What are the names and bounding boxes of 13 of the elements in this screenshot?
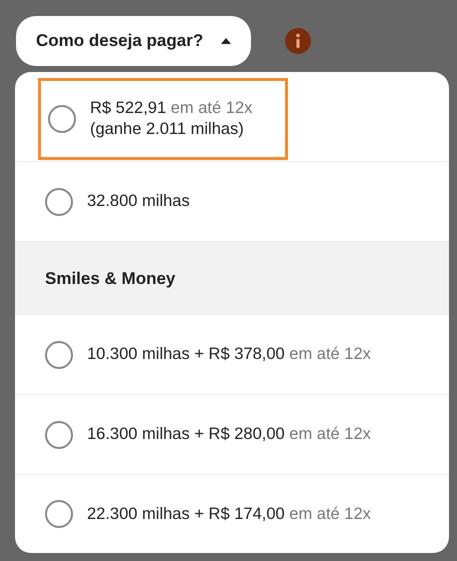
radio-button[interactable] (45, 500, 73, 528)
payment-dropdown[interactable]: Como deseja pagar? (16, 16, 252, 66)
info-icon[interactable] (285, 28, 312, 54)
option-label[interactable]: 32.800 milhas (87, 191, 190, 212)
radio-button[interactable] (48, 105, 76, 133)
radio-button[interactable] (45, 420, 73, 448)
radio-button[interactable] (45, 340, 73, 368)
option-label[interactable]: 10.300 milhas + R$ 378,00 em até 12x (87, 344, 371, 365)
option-label[interactable]: 16.300 milhas + R$ 280,00 em até 12x (87, 424, 371, 445)
option-label[interactable]: 22.300 milhas + R$ 174,00 em até 12x (87, 504, 371, 524)
option-label[interactable]: R$ 522,91 em até 12x (ganhe 2.011 milhas) (90, 98, 252, 140)
section-heading: Smiles & Money (45, 268, 176, 290)
radio-button[interactable] (45, 188, 73, 216)
